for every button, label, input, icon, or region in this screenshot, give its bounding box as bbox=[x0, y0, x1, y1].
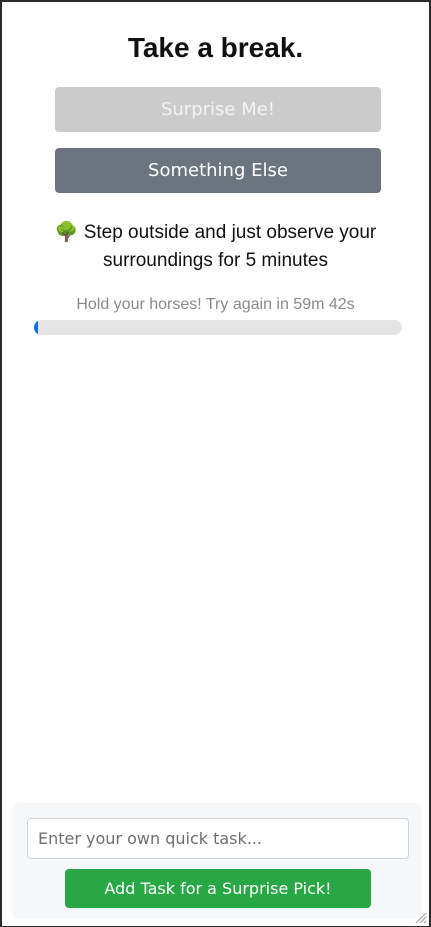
resize-grip-icon[interactable] bbox=[415, 912, 427, 924]
task-input[interactable] bbox=[27, 818, 409, 859]
surprise-me-button[interactable]: Surprise Me! bbox=[55, 87, 381, 132]
cooldown-progress-bar bbox=[34, 320, 402, 335]
add-task-button[interactable]: Add Task for a Surprise Pick! bbox=[65, 869, 371, 908]
page-title: Take a break. bbox=[127, 32, 304, 63]
suggestion-text-block: 🌳 Step outside and just observe your sur… bbox=[32, 219, 399, 275]
tree-icon: 🌳 bbox=[54, 222, 79, 243]
app-window: Take a break. Surprise Me! Something Els… bbox=[0, 0, 431, 927]
suggestion-text: Step outside and just observe your surro… bbox=[83, 222, 377, 271]
something-else-button[interactable]: Something Else bbox=[55, 148, 381, 193]
cooldown-progress-fill bbox=[34, 320, 38, 335]
add-task-panel: Add Task for a Surprise Pick! bbox=[13, 805, 421, 919]
cooldown-message: Hold your horses! Try again in 59m 42s bbox=[76, 296, 355, 313]
